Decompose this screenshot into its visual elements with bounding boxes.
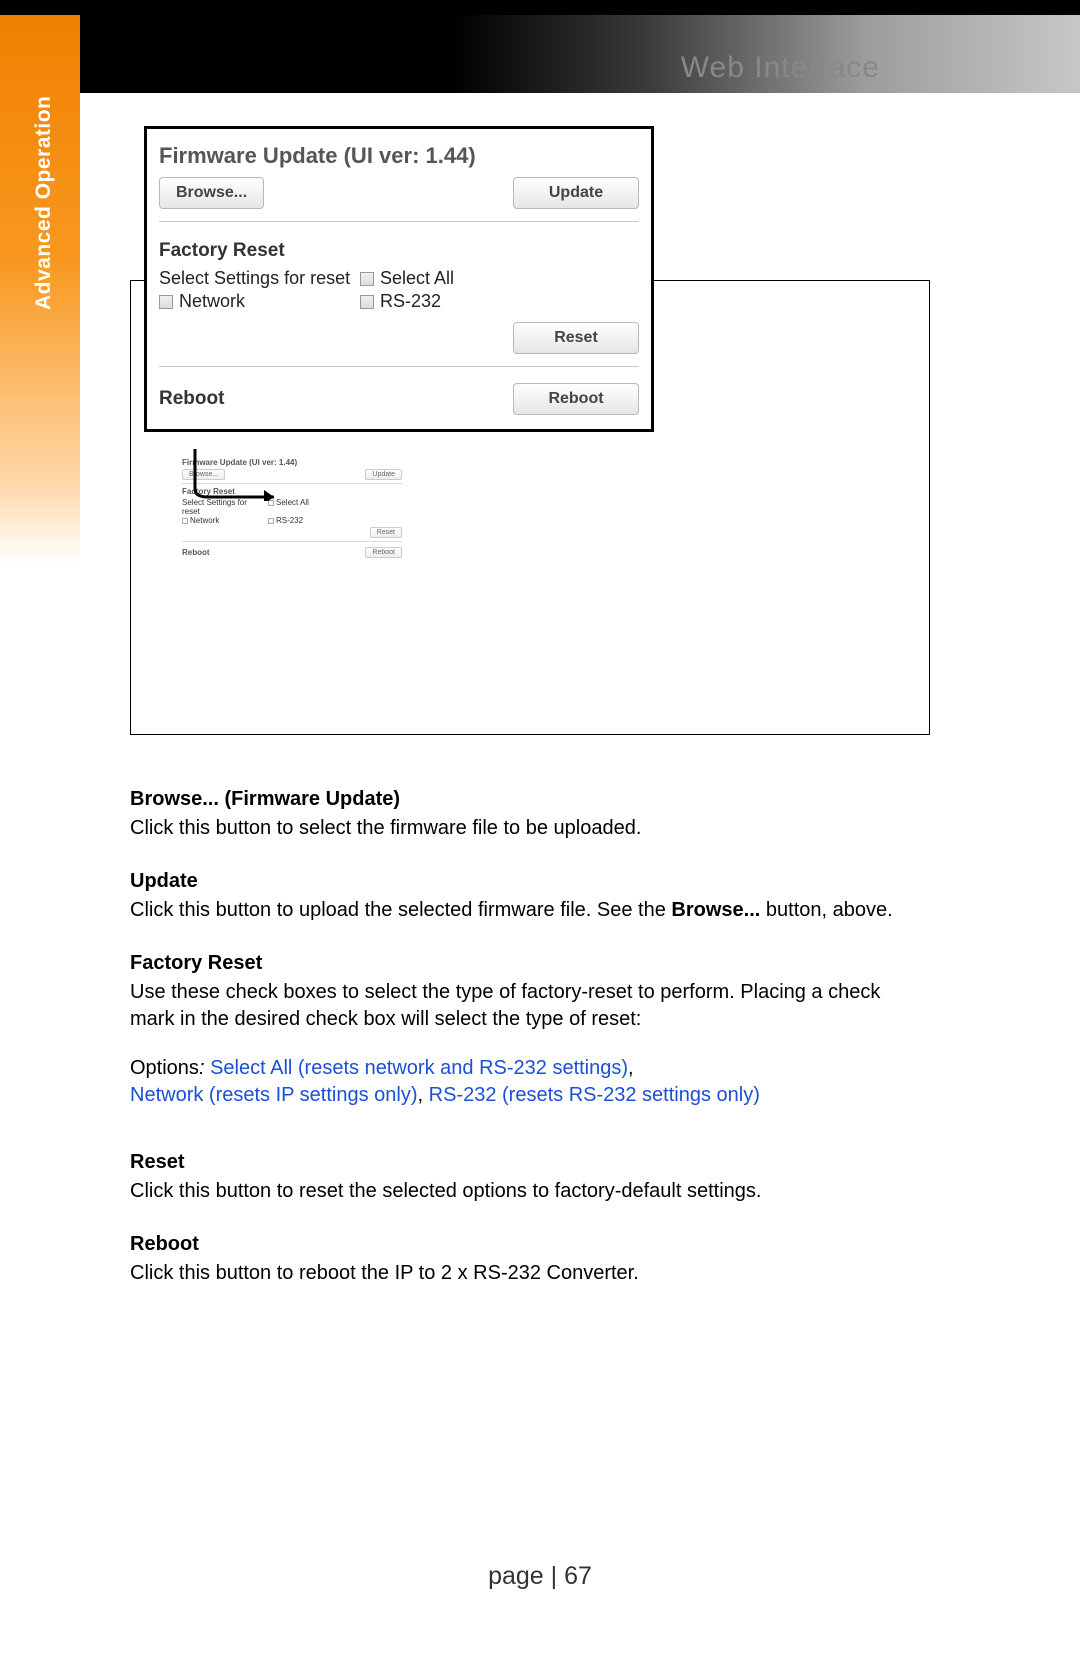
reset-button[interactable]: Reset	[513, 322, 639, 354]
callout-arrow-icon	[190, 449, 290, 501]
heading-reset: Reset	[130, 1149, 930, 1176]
network-label: Network	[179, 291, 245, 311]
page-number: page | 67	[0, 1562, 1080, 1591]
options-prefix: Options	[130, 1057, 199, 1079]
mini-rs232-label: RS-232	[276, 516, 303, 525]
heading-factory-reset: Factory Reset	[130, 950, 930, 977]
option-rs232: RS-232 (resets RS-232 settings only)	[429, 1084, 760, 1106]
mini-reboot-button: Reboot	[365, 547, 402, 558]
side-tab: Advanced Operation	[0, 15, 80, 565]
para-update-bold: Browse...	[671, 899, 760, 921]
firmware-panel: Firmware Update (UI ver: 1.44) Browse...…	[144, 126, 654, 432]
para-options: Options: Select All (resets network and …	[130, 1055, 930, 1109]
select-settings-label: Select Settings for reset	[159, 268, 354, 289]
mini-reset-button: Reset	[370, 527, 402, 538]
rs232-label: RS-232	[380, 291, 441, 311]
heading-browse: Browse... (Firmware Update)	[130, 786, 930, 813]
para-reset: Click this button to reset the selected …	[130, 1178, 930, 1205]
document-body: Browse... (Firmware Update) Click this b…	[130, 760, 930, 1289]
network-checkbox[interactable]	[159, 295, 173, 309]
factory-reset-title: Factory Reset	[159, 240, 639, 262]
mini-reboot-title: Reboot	[182, 548, 210, 557]
para-update-part2: button, above.	[760, 899, 892, 921]
firmware-update-title: Firmware Update (UI ver: 1.44)	[159, 143, 639, 169]
option-comma1: ,	[628, 1057, 634, 1079]
heading-reboot: Reboot	[130, 1231, 930, 1258]
para-browse: Click this button to select the firmware…	[130, 815, 930, 842]
para-reboot: Click this button to reboot the IP to 2 …	[130, 1260, 930, 1287]
update-button[interactable]: Update	[513, 177, 639, 209]
select-all-label: Select All	[380, 268, 454, 288]
para-update-part1: Click this button to upload the selected…	[130, 899, 671, 921]
header-bar: Web Interface	[0, 15, 1080, 93]
reboot-button[interactable]: Reboot	[513, 383, 639, 415]
options-colon: :	[199, 1057, 210, 1079]
heading-update: Update	[130, 868, 930, 895]
browse-button[interactable]: Browse...	[159, 177, 264, 209]
mini-checkbox-icon	[182, 518, 188, 524]
para-update: Click this button to upload the selected…	[130, 897, 930, 924]
option-comma2: ,	[418, 1084, 429, 1106]
mini-checkbox-icon	[268, 518, 274, 524]
para-factory-reset: Use these check boxes to select the type…	[130, 979, 930, 1033]
side-tab-label: Advanced Operation	[32, 96, 56, 310]
header-title: Web Interface	[681, 51, 880, 85]
top-black-stripe	[0, 0, 1080, 15]
rs232-checkbox[interactable]	[360, 295, 374, 309]
select-all-checkbox[interactable]	[360, 272, 374, 286]
mini-update-button: Update	[365, 469, 402, 480]
mini-network-label: Network	[190, 516, 219, 525]
option-network: Network (resets IP settings only)	[130, 1084, 418, 1106]
option-select-all: Select All (resets network and RS-232 se…	[210, 1057, 628, 1079]
reboot-title: Reboot	[159, 388, 224, 410]
